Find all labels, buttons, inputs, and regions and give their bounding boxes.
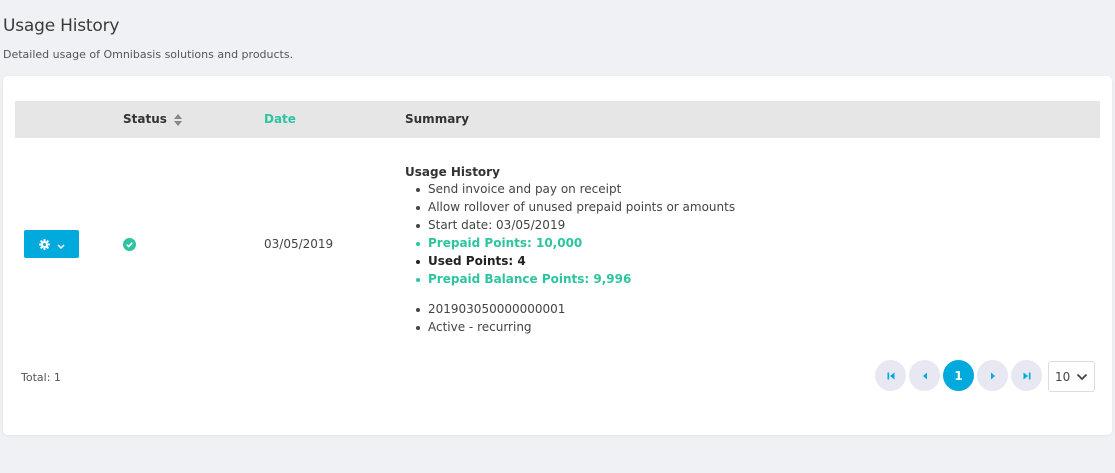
chevron-down-icon	[1076, 370, 1088, 384]
summary-list: Send invoice and pay on receipt Allow ro…	[405, 180, 735, 288]
last-page-icon	[1023, 372, 1030, 379]
list-item: Used Points: 4	[415, 252, 735, 270]
page-button-current[interactable]: 1	[943, 360, 974, 391]
list-item: Prepaid Balance Points: 9,996	[415, 270, 735, 288]
page-subtitle: Detailed usage of Omnibasis solutions an…	[3, 48, 294, 61]
page-size-value: 10	[1055, 369, 1071, 384]
first-page-button[interactable]	[875, 360, 906, 391]
chevron-right-icon	[990, 372, 995, 379]
column-header-date[interactable]: Date	[264, 101, 296, 138]
list-item: Active - recurring	[415, 318, 735, 336]
first-page-icon	[887, 372, 894, 379]
gear-icon	[38, 235, 50, 254]
page-size-select[interactable]: 10	[1048, 361, 1095, 392]
summary-cell: Usage History Send invoice and pay on re…	[405, 164, 735, 336]
pagination: 1	[875, 360, 1042, 391]
list-item: Start date: 03/05/2019	[415, 216, 735, 234]
list-item: 201903050000000001	[415, 300, 735, 318]
previous-page-button[interactable]	[909, 360, 940, 391]
summary-extra-list: 201903050000000001 Active - recurring	[405, 300, 735, 336]
date-cell: 03/05/2019	[264, 237, 334, 251]
chevron-left-icon	[922, 372, 927, 379]
table-header: Status Date Summary	[15, 101, 1100, 138]
column-header-status[interactable]: Status	[123, 101, 182, 138]
list-item: Prepaid Points: 10,000	[415, 234, 735, 252]
list-item: Send invoice and pay on receipt	[415, 180, 735, 198]
row-actions-button[interactable]	[24, 230, 79, 258]
column-header-status-label: Status	[123, 112, 167, 126]
last-page-button[interactable]	[1011, 360, 1042, 391]
status-check-icon	[123, 238, 136, 251]
usage-history-page: Usage History Detailed usage of Omnibasi…	[0, 0, 1115, 473]
total-count: Total: 1	[21, 371, 61, 384]
list-item: Allow rollover of unused prepaid points …	[415, 200, 736, 214]
chevron-down-icon	[56, 235, 65, 254]
column-header-summary: Summary	[405, 112, 470, 126]
summary-title: Usage History	[405, 165, 500, 179]
page-title: Usage History	[3, 16, 120, 36]
usage-table-card: Status Date Summary 03/05/2019 Usage His…	[3, 76, 1112, 435]
next-page-button[interactable]	[977, 360, 1008, 391]
sort-icon[interactable]	[173, 113, 182, 126]
